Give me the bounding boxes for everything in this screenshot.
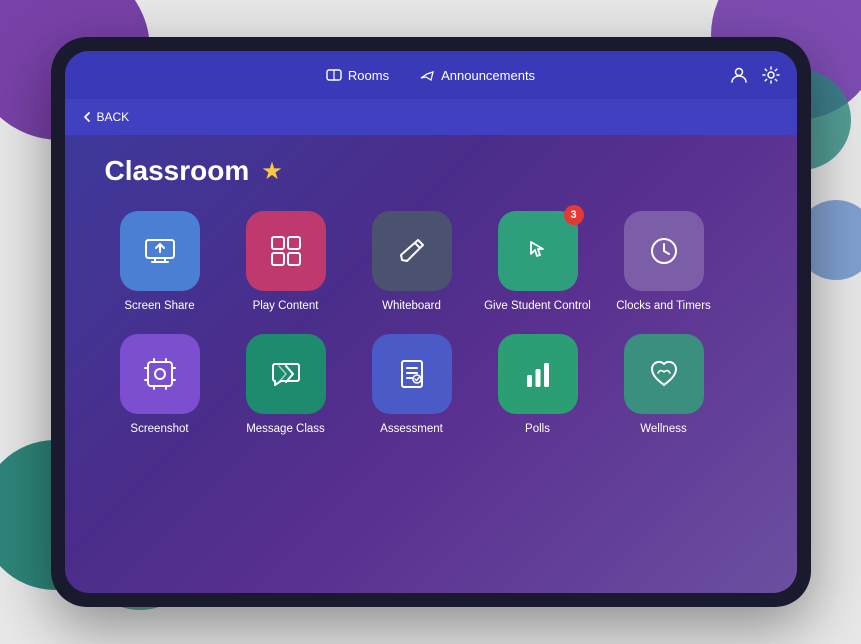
give-student-control-item[interactable]: 3 Give Student Control	[483, 211, 593, 314]
screen-share-icon-box	[120, 211, 200, 291]
screenshot-icon-box	[120, 334, 200, 414]
rooms-icon	[326, 67, 342, 83]
topbar-actions	[729, 65, 781, 85]
assessment-label: Assessment	[380, 422, 443, 437]
page-title-row: Classroom ★	[105, 155, 757, 187]
message-class-icon-box	[246, 334, 326, 414]
announcements-nav[interactable]: Announcements	[419, 67, 535, 83]
wellness-icon	[645, 355, 683, 393]
backbar: BACK	[65, 99, 797, 135]
screenshot-label: Screenshot	[130, 422, 188, 437]
wellness-item[interactable]: Wellness	[609, 334, 719, 437]
announcements-label: Announcements	[441, 68, 535, 83]
wellness-label: Wellness	[640, 422, 686, 437]
whiteboard-item[interactable]: Whiteboard	[357, 211, 467, 314]
give-student-control-icon-box: 3	[498, 211, 578, 291]
topbar: Rooms Announcements	[65, 51, 797, 99]
profile-icon[interactable]	[729, 65, 749, 85]
message-class-label: Message Class	[246, 422, 325, 437]
screen-share-label: Screen Share	[124, 299, 194, 314]
polls-item[interactable]: Polls	[483, 334, 593, 437]
back-button[interactable]: BACK	[81, 110, 130, 124]
rooms-nav[interactable]: Rooms	[326, 67, 389, 83]
main-content: Classroom ★ Screen Share	[65, 135, 797, 593]
play-content-item[interactable]: Play Content	[231, 211, 341, 314]
play-content-icon	[267, 232, 305, 270]
back-chevron-icon	[81, 111, 93, 123]
rooms-label: Rooms	[348, 68, 389, 83]
polls-icon-box	[498, 334, 578, 414]
tablet: Rooms Announcements	[51, 37, 811, 607]
clocks-timers-item[interactable]: Clocks and Timers	[609, 211, 719, 314]
give-student-control-label: Give Student Control	[484, 299, 591, 314]
whiteboard-label: Whiteboard	[382, 299, 441, 314]
back-label: BACK	[97, 110, 130, 124]
screen-share-icon	[141, 232, 179, 270]
tools-grid: Screen Share Play Content	[105, 211, 757, 437]
clocks-timers-label: Clocks and Timers	[616, 299, 711, 314]
play-content-label: Play Content	[253, 299, 319, 314]
play-content-icon-box	[246, 211, 326, 291]
screenshot-item[interactable]: Screenshot	[105, 334, 215, 437]
screen: Rooms Announcements	[65, 51, 797, 593]
assessment-icon-box	[372, 334, 452, 414]
screen-share-item[interactable]: Screen Share	[105, 211, 215, 314]
assessment-icon	[393, 355, 431, 393]
polls-icon	[519, 355, 557, 393]
announcements-icon	[419, 67, 435, 83]
clocks-timers-icon	[645, 232, 683, 270]
give-student-control-badge: 3	[564, 205, 584, 225]
message-class-item[interactable]: Message Class	[231, 334, 341, 437]
message-class-icon	[267, 355, 305, 393]
clocks-timers-icon-box	[624, 211, 704, 291]
whiteboard-icon	[393, 232, 431, 270]
settings-icon[interactable]	[761, 65, 781, 85]
polls-label: Polls	[525, 422, 550, 437]
assessment-item[interactable]: Assessment	[357, 334, 467, 437]
screenshot-icon	[141, 355, 179, 393]
whiteboard-icon-box	[372, 211, 452, 291]
page-title: Classroom	[105, 155, 250, 187]
wellness-icon-box	[624, 334, 704, 414]
favorite-star-icon[interactable]: ★	[261, 157, 283, 186]
give-student-control-icon	[519, 232, 557, 270]
